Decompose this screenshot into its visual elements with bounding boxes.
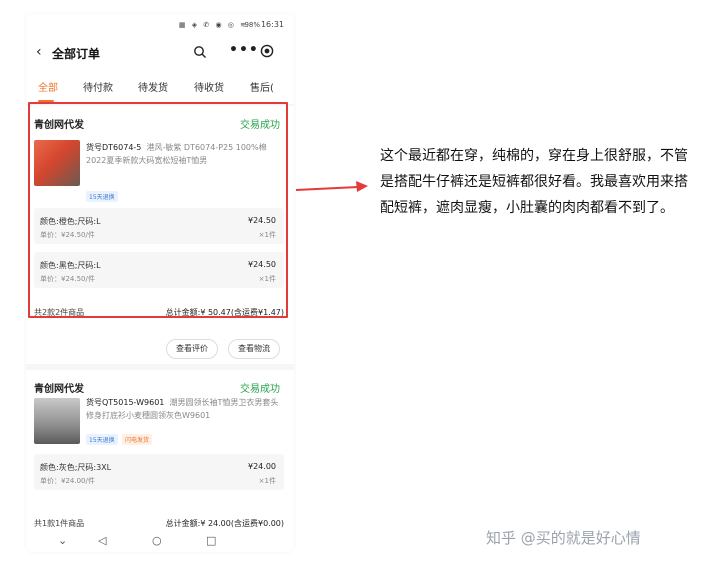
view-review-button[interactable]: 查看评价 — [166, 339, 218, 359]
highlight-box — [28, 102, 288, 318]
battery-level: 98% — [244, 21, 260, 29]
chevron-down-icon[interactable]: ⌄ — [58, 534, 67, 547]
arrow-icon — [295, 181, 368, 192]
fast-shipping-tag: 闪电发货 — [122, 434, 153, 445]
status-bar: ▦ ◈ ✆ ◉ ◎ ≋ 98% 16:31 — [26, 14, 294, 36]
tab-all[interactable]: 全部 — [38, 79, 58, 94]
clock: 16:31 — [260, 20, 284, 29]
system-nav-bar: ⌄ ◁ ○ □ — [26, 530, 294, 552]
back-triangle-icon[interactable]: ◁ — [98, 534, 106, 547]
order-tabs: 全部 待付款 待发货 待收货 售后( — [26, 72, 294, 104]
shop-name: 青创网代发 — [34, 384, 84, 395]
nav-bar: ‹ 全部订单 ••• — [26, 36, 294, 72]
search-icon[interactable] — [193, 45, 207, 59]
return-policy-tag: 15天退换 — [86, 434, 118, 445]
view-logistics-button[interactable]: 查看物流 — [228, 339, 280, 359]
order-status: 交易成功 — [240, 384, 280, 395]
recents-square-icon[interactable]: □ — [206, 534, 216, 547]
more-icon[interactable]: ••• — [229, 42, 259, 58]
item-code: 货号QT5015-W9601 — [86, 398, 165, 407]
sku-row[interactable]: 颜色:灰色;尺码:3XL 单价：¥24.00/件 ¥24.00 ×1件 — [34, 454, 284, 490]
sku-quantity: ×1件 — [258, 477, 276, 485]
product-thumbnail[interactable] — [34, 398, 80, 444]
home-circle-icon[interactable]: ○ — [152, 534, 162, 547]
sku-price: ¥24.00 — [248, 462, 276, 471]
watermark: 知乎 @买的就是好心情 — [486, 529, 641, 547]
tab-pending-payment[interactable]: 待付款 — [83, 79, 113, 94]
product-title[interactable]: 货号QT5015-W9601 潮男圆领长袖T恤男卫衣男套头修身打底衫小麦穗圆领灰… — [86, 396, 282, 422]
page-title: 全部订单 — [52, 47, 101, 61]
order-card[interactable]: 青创网代发 交易成功 货号QT5015-W9601 潮男圆领长袖T恤男卫衣男套头… — [26, 370, 294, 530]
sku-unit-price: 单价：¥24.00/件 — [40, 477, 95, 485]
review-text: 这个最近都在穿，纯棉的，穿在身上很舒服，不管是搭配牛仔裤还是短裤都很好看。我最喜… — [380, 148, 688, 216]
sku-spec: 颜色:灰色;尺码:3XL — [40, 463, 112, 472]
tab-pending-receipt[interactable]: 待收货 — [194, 79, 224, 94]
signal-icons: ▦ ◈ ✆ ◉ ◎ ≋ — [178, 21, 248, 29]
order-total: 总计金额:¥ 24.00(含运费¥0.00) — [165, 519, 284, 528]
target-icon[interactable] — [260, 44, 274, 58]
tab-pending-shipment[interactable]: 待发货 — [138, 79, 168, 94]
chevron-left-icon[interactable]: ‹ — [36, 44, 42, 60]
item-count: 共1款1件商品 — [34, 519, 85, 528]
tab-after-sales[interactable]: 售后( — [250, 79, 274, 94]
